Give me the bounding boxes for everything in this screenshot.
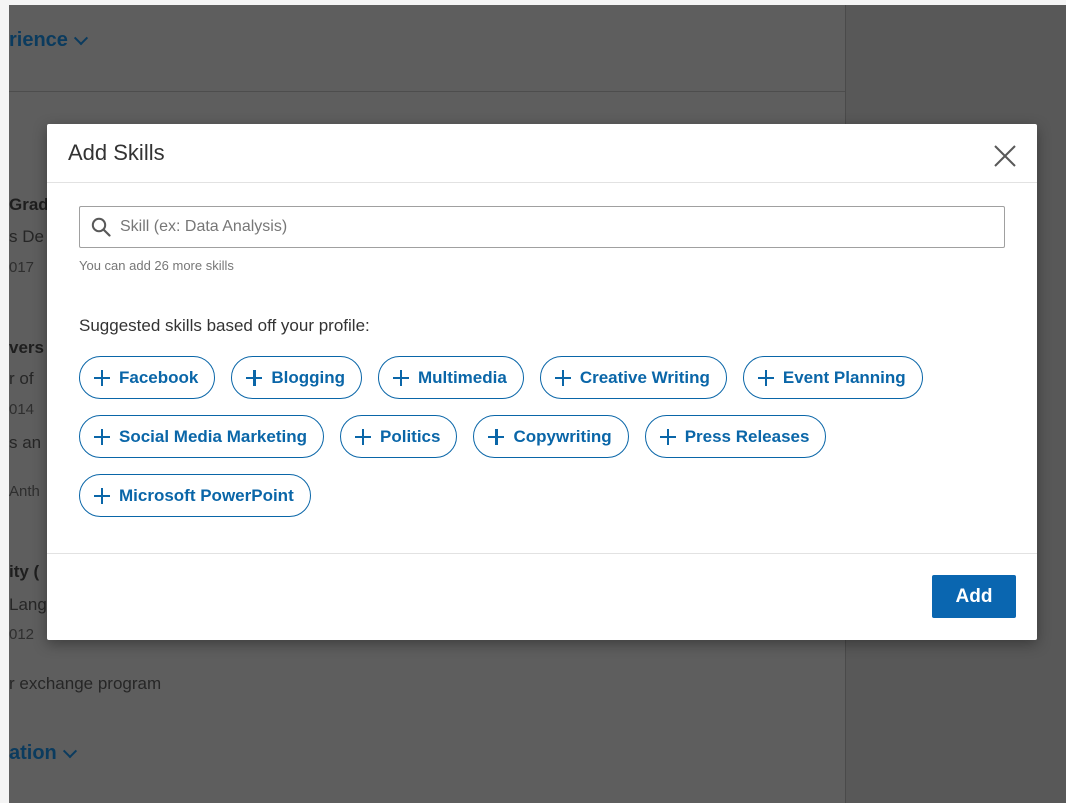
- suggested-skills-heading: Suggested skills based off your profile:: [79, 316, 370, 335]
- skill-chip-label: Facebook: [119, 367, 199, 387]
- entry-2-detail-2: Anth: [9, 483, 40, 500]
- entry-2-title: vers: [9, 338, 44, 357]
- modal-footer: Add: [47, 554, 1037, 639]
- skill-chip-copywriting[interactable]: Copywriting: [473, 415, 629, 458]
- skill-chip-label: Social Media Marketing: [119, 426, 307, 446]
- close-button[interactable]: [993, 144, 1017, 168]
- search-icon: [90, 216, 112, 238]
- chevron-down-icon: [73, 30, 89, 45]
- entry-1-date: 017: [9, 259, 35, 276]
- plus-icon: [757, 369, 774, 386]
- close-icon: [994, 145, 1016, 167]
- entry-2-detail: s an: [9, 433, 42, 452]
- skill-chip-label: Event Planning: [782, 367, 906, 387]
- skill-search-input[interactable]: [120, 207, 1004, 247]
- skill-chip-label: Press Releases: [684, 426, 810, 446]
- chip-row: Facebook Blogging Multimedia Creative Wr…: [79, 356, 1009, 399]
- skill-chip-blogging[interactable]: Blogging: [231, 356, 363, 399]
- plus-icon: [488, 428, 505, 445]
- modal-title: Add Skills: [68, 140, 165, 165]
- plus-icon: [94, 428, 110, 445]
- entry-2-subtitle: r of: [9, 369, 34, 388]
- skill-chip-label: Politics: [380, 426, 441, 446]
- entry-3-subtitle: Lang: [9, 595, 47, 614]
- skill-search-field[interactable]: [79, 206, 1005, 248]
- skill-chip-label: Blogging: [271, 367, 346, 387]
- plus-icon: [393, 369, 410, 386]
- chip-row: Social Media Marketing Politics Copywrit…: [79, 415, 1009, 458]
- plus-icon: [246, 369, 263, 386]
- divider: [9, 91, 845, 92]
- plus-icon: [355, 428, 371, 445]
- skill-chip-politics[interactable]: Politics: [340, 415, 458, 458]
- page-left-edge: [0, 5, 9, 803]
- chevron-down-icon: [62, 743, 77, 758]
- skill-chip-social-media-marketing[interactable]: Social Media Marketing: [79, 415, 324, 458]
- modal-body: You can add 26 more skills Suggested ski…: [47, 183, 1037, 554]
- education-section-label: ation: [9, 742, 57, 764]
- education-section-title[interactable]: ation: [9, 742, 77, 765]
- entry-3-title: ity (: [9, 562, 40, 581]
- skill-chip-creative-writing[interactable]: Creative Writing: [539, 356, 727, 399]
- add-skills-modal: Add Skills You can add 26 more skills Su…: [47, 124, 1037, 640]
- plus-icon: [659, 428, 676, 445]
- experience-section-label: rience: [9, 29, 68, 51]
- plus-icon: [554, 369, 571, 386]
- entry-1-subtitle: s De: [9, 227, 44, 246]
- chip-row: Microsoft PowerPoint: [79, 474, 1009, 517]
- entry-2-date: 014: [9, 401, 35, 418]
- skill-chip-facebook[interactable]: Facebook: [79, 356, 216, 399]
- skill-chip-label: Creative Writing: [579, 367, 710, 387]
- plus-icon: [94, 369, 110, 386]
- experience-section-title[interactable]: rience: [9, 29, 89, 52]
- suggested-skills-list: Facebook Blogging Multimedia Creative Wr…: [79, 356, 1009, 533]
- add-button[interactable]: Add: [932, 575, 1016, 618]
- skill-chip-multimedia[interactable]: Multimedia: [378, 356, 524, 399]
- skill-chip-press-releases[interactable]: Press Releases: [644, 415, 827, 458]
- entry-3-description: r exchange program: [9, 674, 162, 693]
- entry-1-title: Grad: [9, 195, 49, 214]
- plus-icon: [94, 487, 110, 504]
- skill-chip-label: Microsoft PowerPoint: [119, 485, 294, 505]
- remaining-skills-hint: You can add 26 more skills: [79, 258, 234, 273]
- skill-chip-microsoft-powerpoint[interactable]: Microsoft PowerPoint: [79, 474, 311, 517]
- modal-header: Add Skills: [47, 124, 1037, 183]
- entry-3-date: 012: [9, 626, 35, 643]
- skill-chip-label: Multimedia: [418, 367, 507, 387]
- skill-chip-event-planning[interactable]: Event Planning: [742, 356, 923, 399]
- skill-chip-label: Copywriting: [513, 426, 612, 446]
